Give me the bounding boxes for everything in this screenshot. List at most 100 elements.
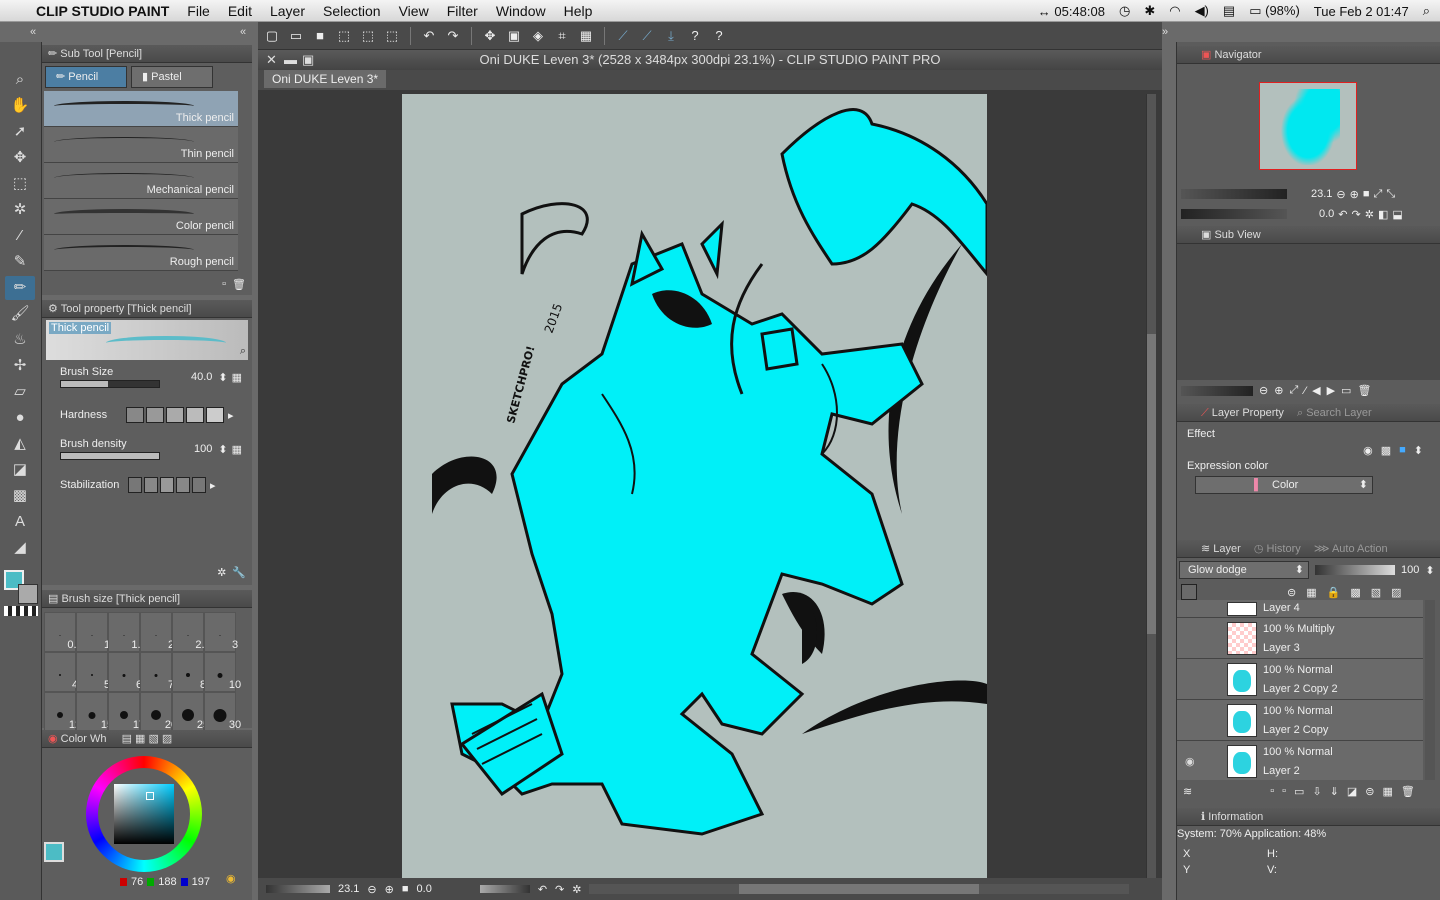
tab-pastel[interactable]: ▮ Pastel bbox=[131, 66, 213, 88]
pressure-icon[interactable]: ▦ bbox=[232, 443, 242, 456]
hardness-steps[interactable] bbox=[126, 407, 224, 423]
help-2-icon[interactable]: ? bbox=[709, 26, 729, 46]
flag-icon[interactable]: ▤ bbox=[1223, 3, 1235, 19]
color-mode-icon[interactable]: ◉ bbox=[226, 872, 236, 885]
layer-row[interactable]: 100 % Normal Layer 2 Copy bbox=[1177, 700, 1423, 741]
pencil-tool-icon[interactable]: ✏ bbox=[5, 276, 35, 300]
zoom-out-icon[interactable]: ⊖ bbox=[1336, 188, 1345, 201]
reset-icon[interactable]: ✲ bbox=[217, 566, 226, 579]
tab-layer[interactable]: ≋ Layer bbox=[1201, 543, 1241, 555]
density-stepper-icon[interactable]: ⬍ bbox=[218, 443, 227, 456]
stabilization-steps[interactable] bbox=[128, 477, 206, 493]
reset-rotation-icon[interactable]: ✲ bbox=[572, 883, 581, 896]
magnify-icon[interactable]: ⌕ bbox=[240, 345, 246, 358]
opacity-stepper-icon[interactable]: ⬍ bbox=[1425, 564, 1434, 577]
new-file-icon[interactable]: ▢ bbox=[262, 26, 282, 46]
layer-menu-icon[interactable]: ≋ bbox=[1183, 785, 1192, 798]
transform-icon[interactable]: ✥ bbox=[480, 26, 500, 46]
ruler-icon[interactable]: ▨ bbox=[1391, 586, 1401, 599]
new-raster-layer-icon[interactable]: ▫ bbox=[1270, 785, 1274, 797]
vertical-scrollbar[interactable] bbox=[1146, 94, 1156, 878]
hardness-step[interactable] bbox=[186, 407, 204, 423]
subview-area[interactable] bbox=[1177, 244, 1440, 380]
brush-size-preset[interactable]: 5 bbox=[76, 652, 110, 692]
brush-size-preset[interactable]: 1 bbox=[76, 612, 110, 652]
brush-size-preset[interactable]: 12 bbox=[44, 692, 81, 732]
color-set-tab-icon[interactable]: ▤ ▦ ▧ ▨ bbox=[122, 733, 173, 745]
reset-rotation-icon[interactable]: ✲ bbox=[1365, 208, 1374, 221]
wrench-icon[interactable]: 🔧 bbox=[232, 566, 246, 579]
nav-rotation-value[interactable]: 0.0 bbox=[1319, 208, 1334, 220]
open-file-icon[interactable]: ▭ bbox=[286, 26, 306, 46]
tone-effect-icon[interactable]: ▩ bbox=[1381, 444, 1391, 457]
select-tool-3-icon[interactable]: ⬚ bbox=[382, 26, 402, 46]
layer-row[interactable]: 100 % Normal Layer 2 Copy 2 bbox=[1177, 659, 1423, 700]
merge-down-icon[interactable]: ⇩ bbox=[1312, 785, 1321, 798]
ruler-icon[interactable]: ⟋ bbox=[613, 26, 633, 46]
brush-size-preset[interactable]: 2.5 bbox=[172, 612, 211, 652]
rotate-right-icon[interactable]: ↷ bbox=[1352, 208, 1361, 221]
save-icon[interactable]: ■ bbox=[310, 26, 330, 46]
new-subtool-icon[interactable]: ▫ bbox=[222, 278, 226, 291]
bluetooth-icon[interactable]: ✱ bbox=[1144, 3, 1155, 19]
menu-file[interactable]: File bbox=[187, 3, 210, 19]
zoom-out-icon[interactable]: ⊖ bbox=[367, 883, 376, 896]
rotation-slider[interactable] bbox=[479, 885, 530, 893]
nav-rotation-slider[interactable] bbox=[1181, 209, 1287, 219]
brush-size-preset[interactable]: 6 bbox=[108, 652, 142, 692]
brush-size-preset[interactable]: 1.5 bbox=[108, 612, 147, 652]
volume-icon[interactable]: ◀) bbox=[1195, 3, 1209, 19]
hand-tool-icon[interactable]: ✋ bbox=[5, 94, 35, 118]
menu-edit[interactable]: Edit bbox=[228, 3, 252, 19]
close-window-icon[interactable]: ✕ bbox=[266, 50, 277, 70]
menu-window[interactable]: Window bbox=[496, 3, 546, 19]
rotate-left-icon[interactable]: ↶ bbox=[1338, 208, 1347, 221]
new-vector-layer-icon[interactable]: ▫ bbox=[1282, 785, 1286, 797]
frame-icon[interactable]: ▩ bbox=[5, 484, 35, 508]
layer-color-icon[interactable]: ■ bbox=[1399, 444, 1406, 457]
subview-zoom-slider[interactable] bbox=[1181, 385, 1253, 396]
layer-row[interactable]: 100 % Multiply Layer 3 bbox=[1177, 618, 1423, 659]
tab-layer-property[interactable]: ⟋ Layer Property bbox=[1201, 407, 1284, 419]
subtool-rough-pencil[interactable]: Rough pencil bbox=[44, 235, 238, 271]
mask-icon[interactable]: ◪ bbox=[1347, 785, 1357, 798]
brush-size-preset[interactable]: 7 bbox=[140, 652, 174, 692]
hardness-step[interactable] bbox=[206, 407, 224, 423]
zoom-in-icon[interactable]: ⊕ bbox=[1274, 384, 1283, 397]
fill-icon[interactable]: ▣ bbox=[504, 26, 524, 46]
fit-icon[interactable]: ■ bbox=[402, 883, 409, 895]
menu-help[interactable]: Help bbox=[564, 3, 593, 19]
wifi-icon[interactable]: ◠ bbox=[1169, 3, 1180, 19]
gradient-icon[interactable]: ◪ bbox=[5, 458, 35, 482]
eyedropper-icon[interactable]: ⁄ bbox=[1304, 385, 1306, 397]
nav-zoom-value[interactable]: 23.1 bbox=[1311, 188, 1332, 200]
expand-arrow-icon[interactable]: ▸ bbox=[228, 409, 234, 422]
menu-filter[interactable]: Filter bbox=[447, 3, 478, 19]
color-picker-cursor[interactable] bbox=[146, 792, 154, 800]
menu-view[interactable]: View bbox=[399, 3, 429, 19]
crop-icon[interactable]: ⌗ bbox=[552, 26, 572, 46]
zoom-out-icon[interactable]: ⊖ bbox=[1259, 384, 1268, 397]
reference-icon[interactable]: ▦ bbox=[1306, 586, 1316, 599]
eraser-icon[interactable]: ▱ bbox=[5, 380, 35, 404]
fit-icon[interactable]: ■ bbox=[1363, 188, 1370, 200]
prev-icon[interactable]: ◀ bbox=[1312, 384, 1320, 397]
snap-icon[interactable]: ⤓ bbox=[661, 26, 681, 46]
grid-icon[interactable]: ▦ bbox=[576, 26, 596, 46]
airbrush-icon[interactable]: ♨ bbox=[5, 328, 35, 352]
eyedropper-icon[interactable]: ⁄ bbox=[5, 224, 35, 248]
menu-selection[interactable]: Selection bbox=[323, 3, 381, 19]
saturation-value-square[interactable] bbox=[114, 784, 174, 844]
layer-color-swatch[interactable] bbox=[1181, 584, 1197, 600]
fit-icon[interactable]: ⤢ bbox=[1289, 384, 1298, 397]
opacity-value[interactable]: 100 bbox=[1401, 564, 1419, 576]
clip-icon[interactable]: ⊜ bbox=[1365, 785, 1374, 798]
text-tool-icon[interactable]: A bbox=[5, 510, 35, 534]
horizontal-scrollbar[interactable] bbox=[589, 884, 1130, 894]
zoom-window-icon[interactable]: ▣ bbox=[302, 50, 314, 70]
visibility-eye-icon[interactable]: ◉ bbox=[1185, 755, 1195, 768]
stabilization-step[interactable] bbox=[160, 477, 174, 493]
brush-size-preset[interactable]: 25 bbox=[172, 692, 209, 732]
blend-icon[interactable]: ● bbox=[5, 406, 35, 430]
elapsed-time[interactable]: ↔ 05:48:08 bbox=[1038, 4, 1105, 19]
